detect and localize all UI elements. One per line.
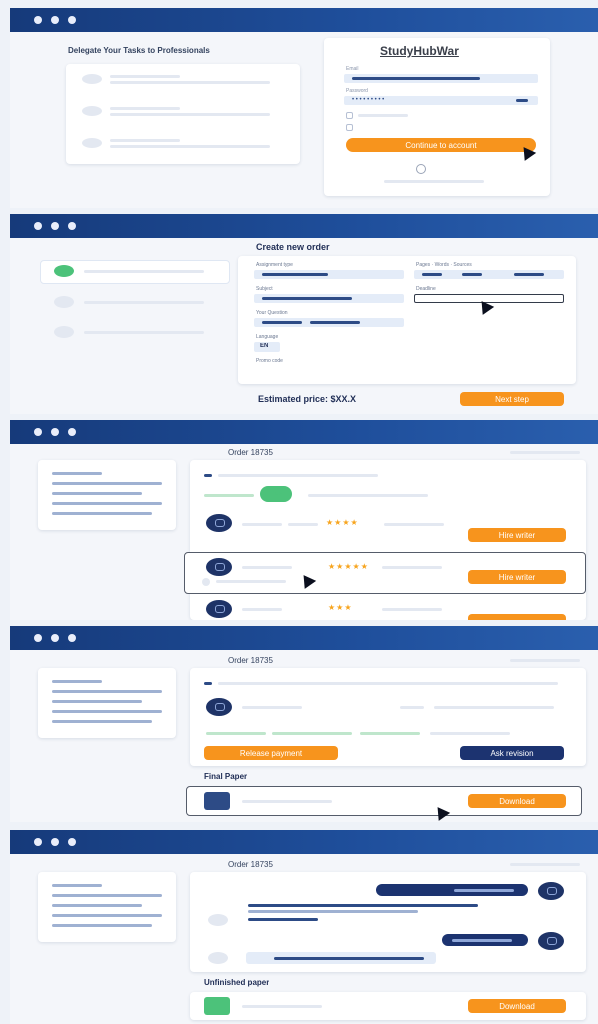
terms-checkbox[interactable] bbox=[346, 124, 353, 131]
window-dot[interactable] bbox=[34, 838, 42, 846]
window-dot[interactable] bbox=[34, 634, 42, 642]
hero-headline: Delegate Your Tasks to Professionals bbox=[68, 46, 210, 55]
writer-avatar bbox=[206, 514, 232, 532]
window-dot[interactable] bbox=[68, 428, 76, 436]
tab-messages[interactable] bbox=[308, 494, 428, 497]
chat-bubble-incoming bbox=[248, 904, 478, 907]
sidebar-icon bbox=[54, 296, 74, 308]
password-label: Password bbox=[346, 88, 368, 94]
order-title: Order 18735 bbox=[228, 860, 273, 869]
document-icon bbox=[204, 792, 230, 810]
pages-stepper[interactable] bbox=[414, 270, 564, 279]
window-chat: Order 18735 Unfinished paper Download bbox=[10, 830, 598, 1024]
unfinished-paper-label: Unfinished paper bbox=[204, 978, 270, 987]
download-button[interactable]: Download bbox=[468, 999, 566, 1013]
password-field[interactable]: • • • • • • • • • bbox=[344, 96, 538, 105]
order-title: Order 18735 bbox=[228, 448, 273, 457]
writer-avatar bbox=[206, 558, 232, 576]
check-icon bbox=[54, 265, 74, 277]
window-dot[interactable] bbox=[51, 222, 59, 230]
attachment-chip[interactable] bbox=[246, 952, 436, 964]
window-dot[interactable] bbox=[34, 16, 42, 24]
user-avatar bbox=[538, 932, 564, 950]
google-icon[interactable] bbox=[416, 164, 426, 174]
writer-avatar bbox=[208, 952, 228, 964]
login-button[interactable]: Continue to account bbox=[346, 138, 536, 152]
window-bids: Order 18735 Bids ★★★★ Hire writer ★★★★★ … bbox=[10, 420, 598, 620]
sidebar-icon bbox=[54, 326, 74, 338]
email-label: Email bbox=[346, 66, 359, 72]
window-titlebar bbox=[10, 830, 598, 854]
rating-stars: ★★★★ bbox=[326, 518, 359, 527]
feature-icon bbox=[82, 74, 102, 84]
email-field[interactable] bbox=[344, 74, 538, 83]
window-dot[interactable] bbox=[68, 838, 76, 846]
chat-bubble-outgoing bbox=[376, 884, 528, 896]
writer-avatar bbox=[206, 600, 232, 618]
window-dot[interactable] bbox=[68, 634, 76, 642]
window-dot[interactable] bbox=[51, 16, 59, 24]
window-titlebar bbox=[10, 420, 598, 444]
writer-avatar bbox=[208, 914, 228, 926]
feature-icon bbox=[82, 106, 102, 116]
window-final-paper: Order 18735 Release payment Ask revision… bbox=[10, 626, 598, 822]
topic-field[interactable] bbox=[254, 318, 404, 327]
order-title: Order 18735 bbox=[228, 656, 273, 665]
tab-bids[interactable]: Bids bbox=[260, 486, 292, 502]
estimated-price: Estimated price: $XX.X bbox=[258, 394, 357, 404]
language-select[interactable]: EN bbox=[254, 342, 280, 352]
window-titlebar bbox=[10, 626, 598, 650]
rating-stars: ★★★ bbox=[328, 603, 353, 612]
status-line bbox=[206, 732, 266, 735]
window-dot[interactable] bbox=[68, 222, 76, 230]
sidebar-item[interactable] bbox=[84, 331, 204, 334]
login-card: StudyHubWar Email Password • • • • • • •… bbox=[324, 38, 550, 196]
hire-writer-button[interactable]: Hire writer bbox=[468, 570, 566, 584]
release-payment-button[interactable]: Release payment bbox=[204, 746, 338, 760]
chat-bubble-outgoing bbox=[442, 934, 528, 946]
window-titlebar bbox=[10, 214, 598, 238]
user-avatar bbox=[538, 882, 564, 900]
features-card bbox=[66, 64, 300, 164]
window-login: Delegate Your Tasks to Professionals Stu… bbox=[10, 8, 598, 208]
hire-writer-button[interactable] bbox=[468, 614, 566, 620]
remember-checkbox[interactable] bbox=[346, 112, 353, 119]
verified-icon bbox=[202, 578, 210, 586]
window-dot[interactable] bbox=[68, 16, 76, 24]
hire-writer-button[interactable]: Hire writer bbox=[468, 528, 566, 542]
window-dot[interactable] bbox=[51, 428, 59, 436]
writer-avatar bbox=[206, 698, 232, 716]
brand-logo-text: StudyHubWar bbox=[380, 44, 459, 58]
ask-revision-button[interactable]: Ask revision bbox=[460, 746, 564, 760]
sidebar-item[interactable] bbox=[84, 301, 204, 304]
show-password-icon[interactable] bbox=[516, 99, 528, 102]
final-paper-label: Final Paper bbox=[204, 772, 248, 781]
order-form: Assignment type Pages · Words · Sources … bbox=[238, 256, 576, 384]
window-dot[interactable] bbox=[51, 634, 59, 642]
document-icon bbox=[204, 997, 230, 1015]
window-create-order: Create new order Assignment type Pages ·… bbox=[10, 214, 598, 414]
window-dot[interactable] bbox=[34, 428, 42, 436]
page-title: Create new order bbox=[256, 242, 330, 252]
rating-stars: ★★★★★ bbox=[328, 562, 369, 571]
feature-icon bbox=[82, 138, 102, 148]
next-step-button[interactable]: Next step bbox=[460, 392, 564, 406]
sidebar-card bbox=[38, 872, 176, 942]
window-dot[interactable] bbox=[51, 838, 59, 846]
assignment-type-select[interactable] bbox=[254, 270, 404, 279]
subject-select[interactable] bbox=[254, 294, 404, 303]
sidebar-card bbox=[38, 668, 176, 738]
order-meta bbox=[510, 451, 580, 454]
sidebar-card bbox=[38, 460, 176, 530]
tab-details[interactable] bbox=[204, 494, 254, 497]
download-button[interactable]: Download bbox=[468, 794, 566, 808]
window-titlebar bbox=[10, 8, 598, 32]
window-dot[interactable] bbox=[34, 222, 42, 230]
